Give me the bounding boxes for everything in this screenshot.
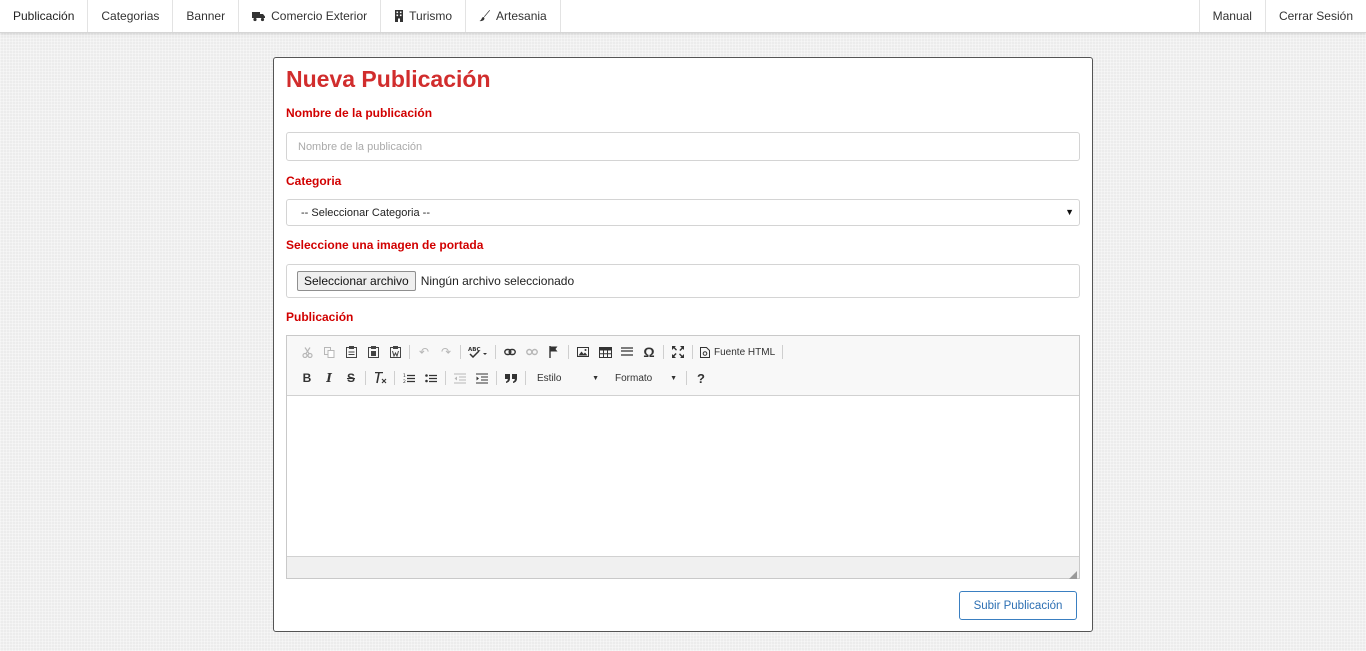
nav-left-group: Publicación Categorias Banner Comercio E… (0, 0, 561, 32)
toolbar-separator (496, 371, 497, 385)
editor-toolbar: ↶ ↷ ABC Ω Fuente HTML B I S 1 2 Estilo ▼… (287, 336, 1079, 396)
nav-artesania-label: Artesania (496, 9, 547, 23)
nav-manual-label: Manual (1212, 9, 1252, 23)
page-title: Nueva Publicación (286, 66, 491, 92)
help-icon[interactable]: ? (690, 368, 712, 388)
strikethrough-icon[interactable]: S (340, 368, 362, 388)
source-html-label: Fuente HTML (714, 346, 776, 358)
submit-publication-button[interactable]: Subir Publicación (959, 591, 1077, 620)
toolbar-separator (495, 345, 496, 359)
format-combo-label: Formato (615, 372, 653, 384)
toolbar-separator (782, 345, 784, 359)
anchor-flag-icon[interactable] (543, 342, 565, 362)
style-combo-label: Estilo (537, 372, 562, 384)
building-icon (394, 10, 404, 22)
numbered-list-icon[interactable]: 12 (398, 368, 420, 388)
toolbar-separator (394, 371, 395, 385)
caret-down-icon: ▼ (592, 374, 599, 382)
nav-cerrar-sesion-label: Cerrar Sesión (1278, 9, 1353, 23)
style-combo[interactable]: Estilo ▼ (531, 369, 605, 387)
nav-publicacion[interactable]: Publicación (0, 0, 89, 32)
toolbar-row-2: B I S 12 Estilo ▼ Formato ▼ ? (296, 368, 712, 388)
undo-icon[interactable]: ↶ (413, 342, 435, 362)
brush-icon (479, 10, 491, 22)
spellcheck-icon[interactable]: ABC (464, 342, 492, 362)
nav-turismo[interactable]: Turismo (381, 0, 467, 32)
dropdown-arrow-icon: ▼ (1065, 207, 1074, 217)
rich-text-editor: ↶ ↷ ABC Ω Fuente HTML B I S 1 2 Estilo ▼… (286, 335, 1080, 579)
cover-image-file-input: Seleccionar archivo Ningún archivo selec… (286, 264, 1080, 298)
nav-right-group: Manual Cerrar Sesión (1198, 0, 1366, 32)
category-label: Categoria (286, 174, 342, 188)
paste-icon[interactable] (340, 342, 362, 362)
unlink-icon[interactable] (521, 342, 543, 362)
resize-handle-icon[interactable] (1067, 566, 1077, 579)
bulleted-list-icon[interactable] (420, 368, 442, 388)
toolbar-row-1: ↶ ↷ ABC Ω Fuente HTML (296, 342, 786, 362)
copy-icon[interactable] (318, 342, 340, 362)
horizontal-rule-icon[interactable] (616, 342, 638, 362)
source-icon (700, 346, 710, 358)
svg-text:2: 2 (403, 379, 406, 384)
redo-icon[interactable]: ↷ (435, 342, 457, 362)
truck-icon (252, 11, 266, 22)
category-selected-value: -- Seleccionar Categoria -- (301, 206, 430, 219)
outdent-icon[interactable] (449, 368, 471, 388)
file-status-text: Ningún archivo seleccionado (420, 274, 575, 288)
maximize-icon[interactable] (667, 342, 689, 362)
toolbar-separator (445, 371, 446, 385)
nav-comercio-exterior-label: Comercio Exterior (271, 9, 368, 23)
editor-content-area[interactable] (287, 396, 1079, 556)
nav-categorias[interactable]: Categorias (88, 0, 174, 32)
toolbar-separator (365, 371, 366, 385)
special-char-icon[interactable]: Ω (638, 342, 660, 362)
remove-format-icon[interactable] (369, 368, 391, 388)
toolbar-separator (460, 345, 461, 359)
cover-image-label: Seleccione una imagen de portada (286, 238, 484, 252)
nav-turismo-label: Turismo (409, 9, 453, 23)
publication-name-input[interactable] (286, 132, 1080, 161)
editor-statusbar (287, 556, 1079, 579)
publication-label: Publicación (286, 310, 354, 324)
nav-comercio-exterior[interactable]: Comercio Exterior (239, 0, 382, 32)
category-select[interactable]: -- Seleccionar Categoria -- ▼ (286, 199, 1080, 226)
nav-artesania[interactable]: Artesania (466, 0, 561, 32)
source-html-button[interactable]: Fuente HTML (696, 346, 779, 358)
italic-icon[interactable]: I (318, 368, 340, 388)
nav-cerrar-sesion[interactable]: Cerrar Sesión (1264, 0, 1366, 32)
nav-banner-label: Banner (186, 9, 226, 23)
svg-text:1: 1 (403, 373, 406, 379)
select-file-button[interactable]: Seleccionar archivo (297, 271, 416, 291)
name-label: Nombre de la publicación (286, 106, 433, 120)
nav-categorias-label: Categorias (101, 9, 160, 23)
indent-icon[interactable] (471, 368, 493, 388)
nav-banner[interactable]: Banner (173, 0, 240, 32)
format-combo[interactable]: Formato ▼ (609, 369, 683, 387)
new-publication-card: Nueva Publicación Nombre de la publicaci… (273, 57, 1093, 632)
toolbar-separator (692, 345, 693, 359)
link-icon[interactable] (499, 342, 521, 362)
top-navbar: Publicación Categorias Banner Comercio E… (0, 0, 1366, 33)
nav-manual[interactable]: Manual (1198, 0, 1265, 32)
caret-down-icon: ▼ (670, 374, 677, 382)
blockquote-icon[interactable] (500, 368, 522, 388)
toolbar-separator (525, 371, 526, 385)
toolbar-separator (409, 345, 410, 359)
cut-icon[interactable] (296, 342, 318, 362)
nav-publicacion-label: Publicación (13, 9, 75, 23)
bold-icon[interactable]: B (296, 368, 318, 388)
paste-text-icon[interactable] (362, 342, 384, 362)
image-icon[interactable] (572, 342, 594, 362)
table-icon[interactable] (594, 342, 616, 362)
paste-word-icon[interactable] (384, 342, 406, 362)
toolbar-separator (686, 371, 687, 385)
toolbar-separator (568, 345, 569, 359)
toolbar-separator (663, 345, 664, 359)
